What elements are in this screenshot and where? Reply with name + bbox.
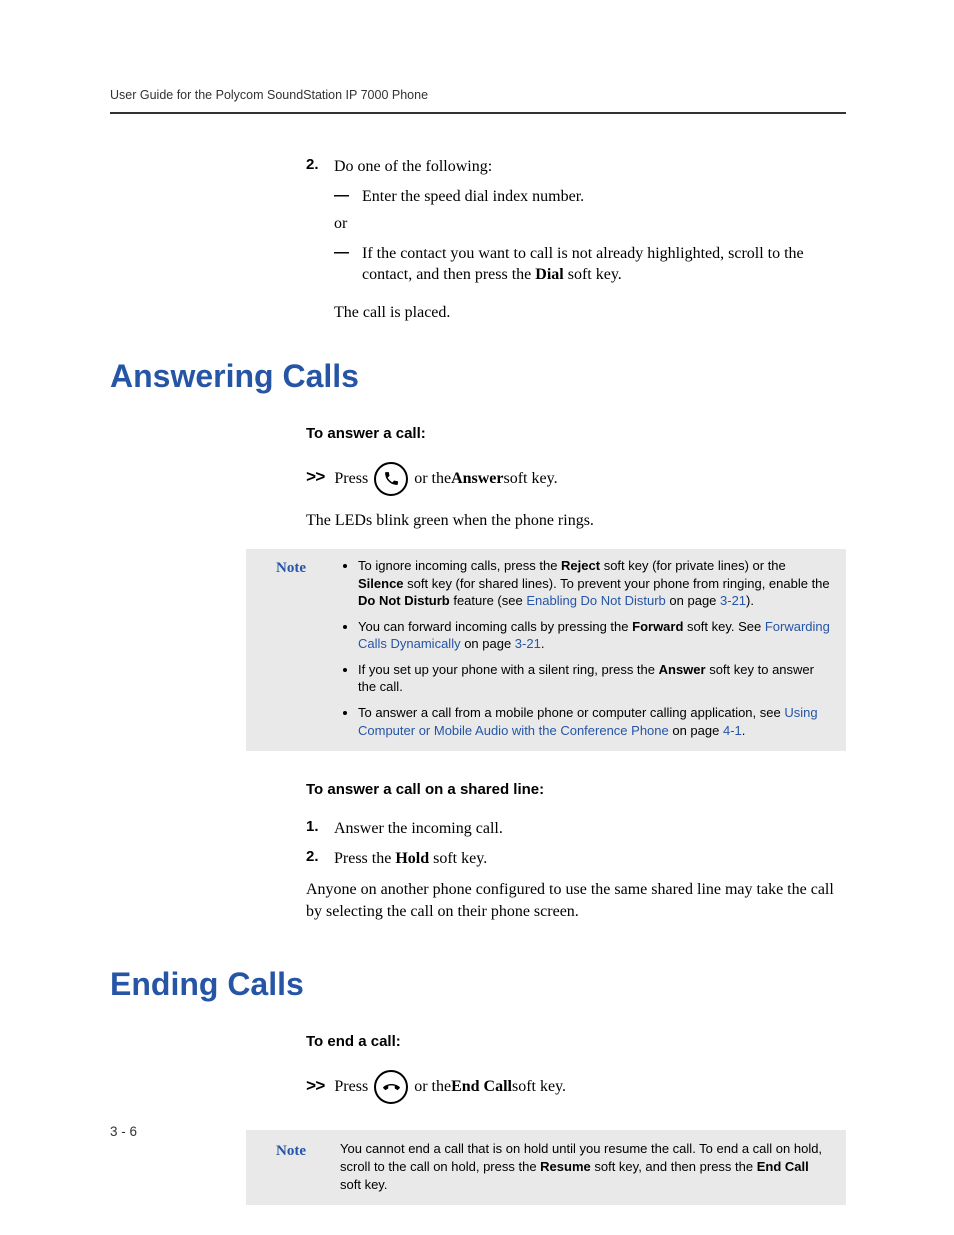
step-number: 1. xyxy=(306,818,334,840)
press-mid: or the xyxy=(414,470,451,488)
press-suffix: soft key. xyxy=(504,470,558,488)
note-bullet-4: To answer a call from a mobile phone or … xyxy=(358,704,830,739)
page-ref[interactable]: 3-21 xyxy=(515,636,541,651)
heading-ending-calls: Ending Calls xyxy=(110,966,846,1003)
leds-text: The LEDs blink green when the phone ring… xyxy=(306,510,846,532)
subhead-shared-line: To answer a call on a shared line: xyxy=(306,781,846,798)
call-placed-text: The call is placed. xyxy=(334,302,846,324)
press-mid: or the xyxy=(414,1078,451,1096)
sub-step-text: Enter the speed dial index number. xyxy=(362,186,584,208)
step-body: Press the Hold soft key. xyxy=(334,848,846,870)
note-bullet-1: To ignore incoming calls, press the Reje… xyxy=(358,557,830,610)
step-2: 2. Do one of the following: — Enter the … xyxy=(306,156,846,292)
body-column: 2. Do one of the following: — Enter the … xyxy=(306,156,846,324)
step-chevrons: >> xyxy=(306,1078,324,1097)
heading-answering-calls: Answering Calls xyxy=(110,358,846,395)
sub-step-b: — If the contact you want to call is not… xyxy=(334,243,846,286)
page-number: 3 - 6 xyxy=(110,1124,137,1139)
sub-step-a: — Enter the speed dial index number. xyxy=(334,186,846,208)
subhead-to-answer: To answer a call: xyxy=(306,425,846,442)
document-page: User Guide for the Polycom SoundStation … xyxy=(0,0,954,1235)
note-label: Note xyxy=(258,557,306,739)
end-call-bold: End Call xyxy=(451,1078,512,1096)
link-dnd[interactable]: Enabling Do Not Disturb xyxy=(526,593,665,608)
note-block-answering: Note To ignore incoming calls, press the… xyxy=(246,549,846,751)
step-number: 2. xyxy=(306,156,334,292)
or-separator: or xyxy=(334,213,846,235)
sub-step-text: If the contact you want to call is not a… xyxy=(362,243,846,286)
answer-bold: Answer xyxy=(451,470,503,488)
ending-content: To end a call: >> Press or the End Call … xyxy=(306,1033,846,1205)
shared-line-para: Anyone on another phone configured to us… xyxy=(306,879,846,922)
note-block-ending: Note You cannot end a call that is on ho… xyxy=(246,1130,846,1205)
header-rule xyxy=(110,112,846,114)
dash-bullet: — xyxy=(334,243,362,286)
answer-step-line: >> Press or the Answer soft key. xyxy=(306,462,846,496)
press-suffix: soft key. xyxy=(512,1078,566,1096)
step-chevrons: >> xyxy=(306,469,324,488)
note-body: To ignore incoming calls, press the Reje… xyxy=(340,557,830,739)
press-text: Press xyxy=(334,1078,368,1096)
step-text: Do one of the following: xyxy=(334,158,492,175)
step-number: 2. xyxy=(306,848,334,870)
shared-step-2: 2. Press the Hold soft key. xyxy=(306,848,846,870)
shared-step-1: 1. Answer the incoming call. xyxy=(306,818,846,840)
answering-content: To answer a call: >> Press or the Answer… xyxy=(306,425,846,923)
end-call-step-line: >> Press or the End Call soft key. xyxy=(306,1070,846,1104)
running-header: User Guide for the Polycom SoundStation … xyxy=(110,88,846,112)
page-ref[interactable]: 4-1 xyxy=(723,723,742,738)
note-label: Note xyxy=(258,1140,306,1193)
dash-bullet: — xyxy=(334,186,362,208)
step-body: Do one of the following: — Enter the spe… xyxy=(334,156,846,292)
call-icon xyxy=(374,462,408,496)
press-text: Press xyxy=(334,470,368,488)
end-call-icon xyxy=(374,1070,408,1104)
page-ref[interactable]: 3-21 xyxy=(720,593,746,608)
note-body: You cannot end a call that is on hold un… xyxy=(340,1140,826,1193)
note-bullet-2: You can forward incoming calls by pressi… xyxy=(358,618,830,653)
note-bullet-3: If you set up your phone with a silent r… xyxy=(358,661,830,696)
step-body: Answer the incoming call. xyxy=(334,818,846,840)
subhead-to-end: To end a call: xyxy=(306,1033,846,1050)
